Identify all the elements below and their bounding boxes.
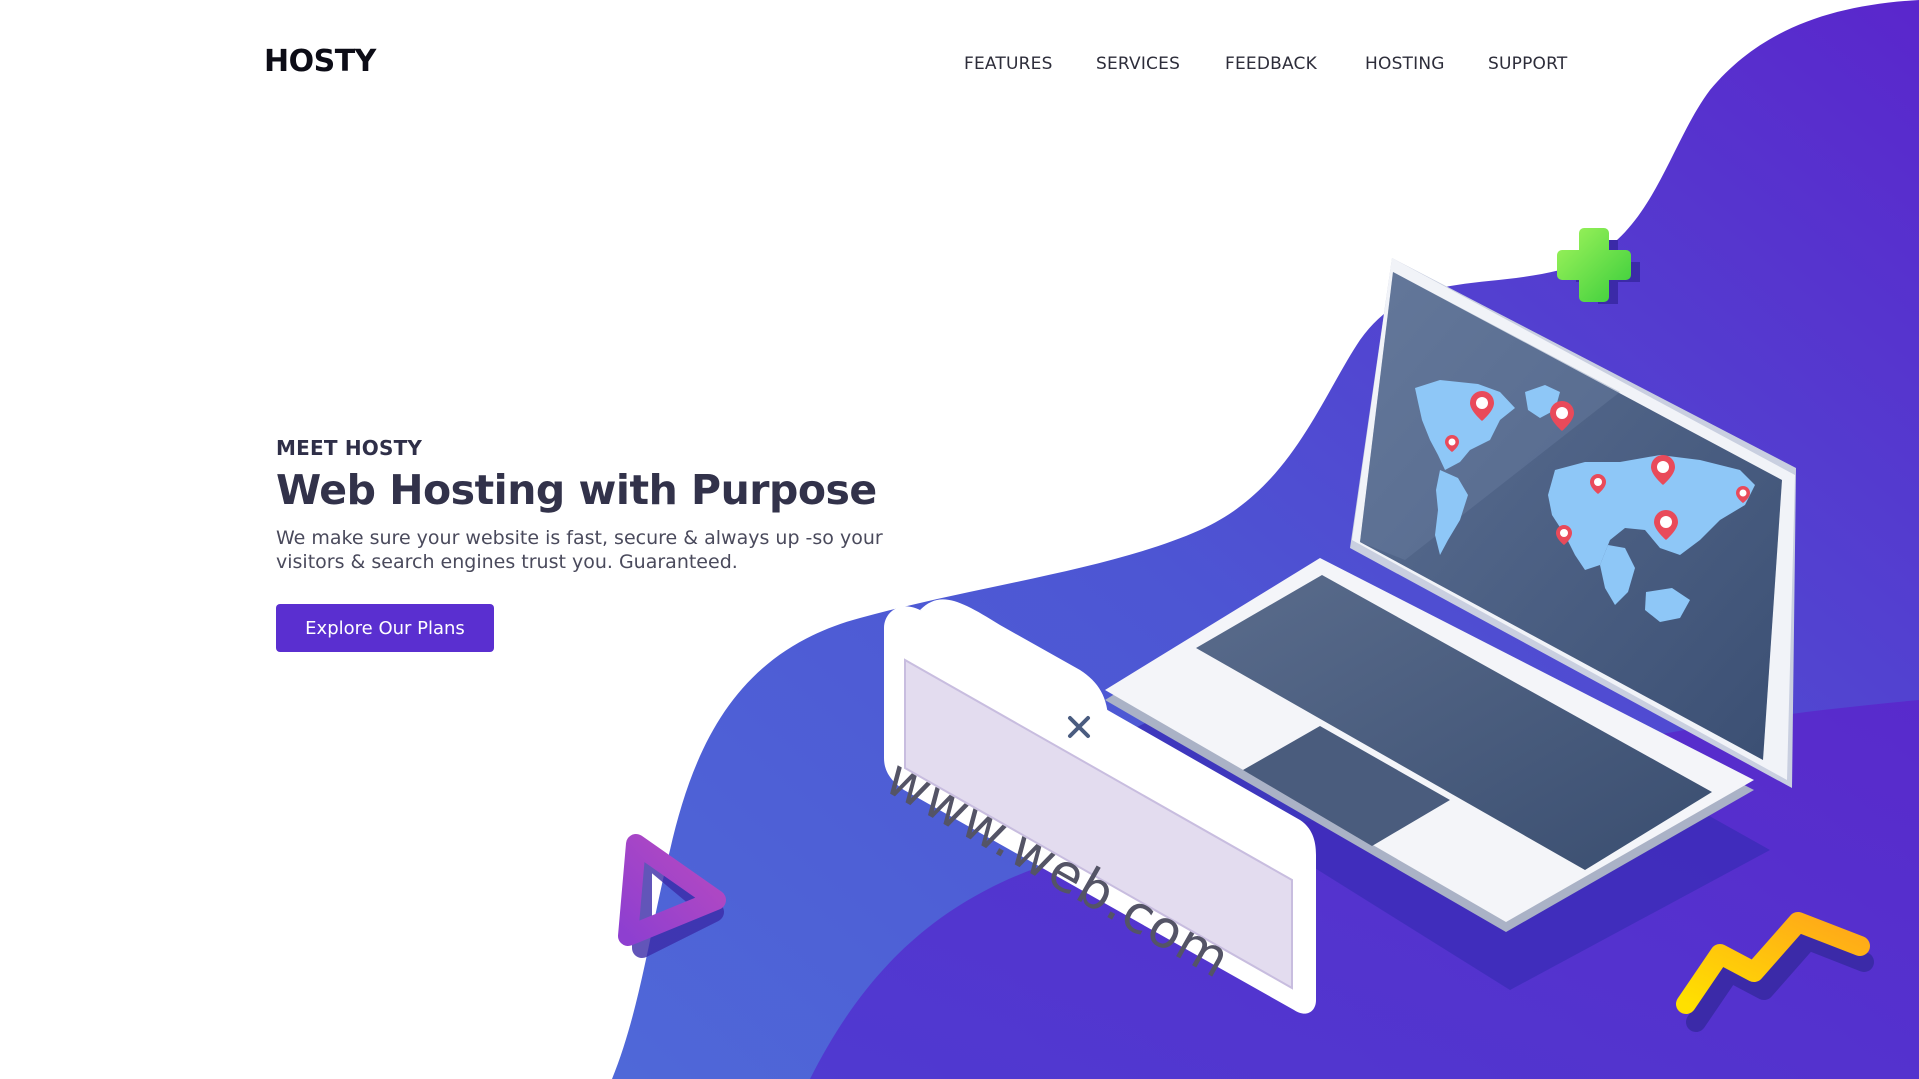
brand-logo[interactable]: HOSTY — [264, 44, 376, 79]
nav-item-support[interactable]: SUPPORT — [1488, 54, 1567, 74]
nav-item-services[interactable]: SERVICES — [1096, 54, 1225, 74]
nav-item-feedback[interactable]: FEEDBACK — [1225, 54, 1365, 74]
top-navigation: HOSTY FEATURES SERVICES FEEDBACK HOSTING… — [0, 0, 1919, 130]
nav-item-hosting[interactable]: HOSTING — [1365, 54, 1488, 74]
hero-headline: Web Hosting with Purpose — [276, 466, 877, 514]
nav-item-features[interactable]: FEATURES — [964, 54, 1096, 74]
hero-section: MEET HOSTY Web Hosting with Purpose We m… — [276, 436, 936, 574]
explore-plans-button[interactable]: Explore Our Plans — [276, 604, 494, 652]
nav-menu: FEATURES SERVICES FEEDBACK HOSTING SUPPO… — [964, 54, 1567, 74]
hero-description: We make sure your website is fast, secur… — [276, 527, 883, 573]
hero-eyebrow: MEET HOSTY — [276, 436, 423, 460]
landing-page: www.web.com HOSTY FEATURES SERVICES FEED… — [0, 0, 1919, 1079]
